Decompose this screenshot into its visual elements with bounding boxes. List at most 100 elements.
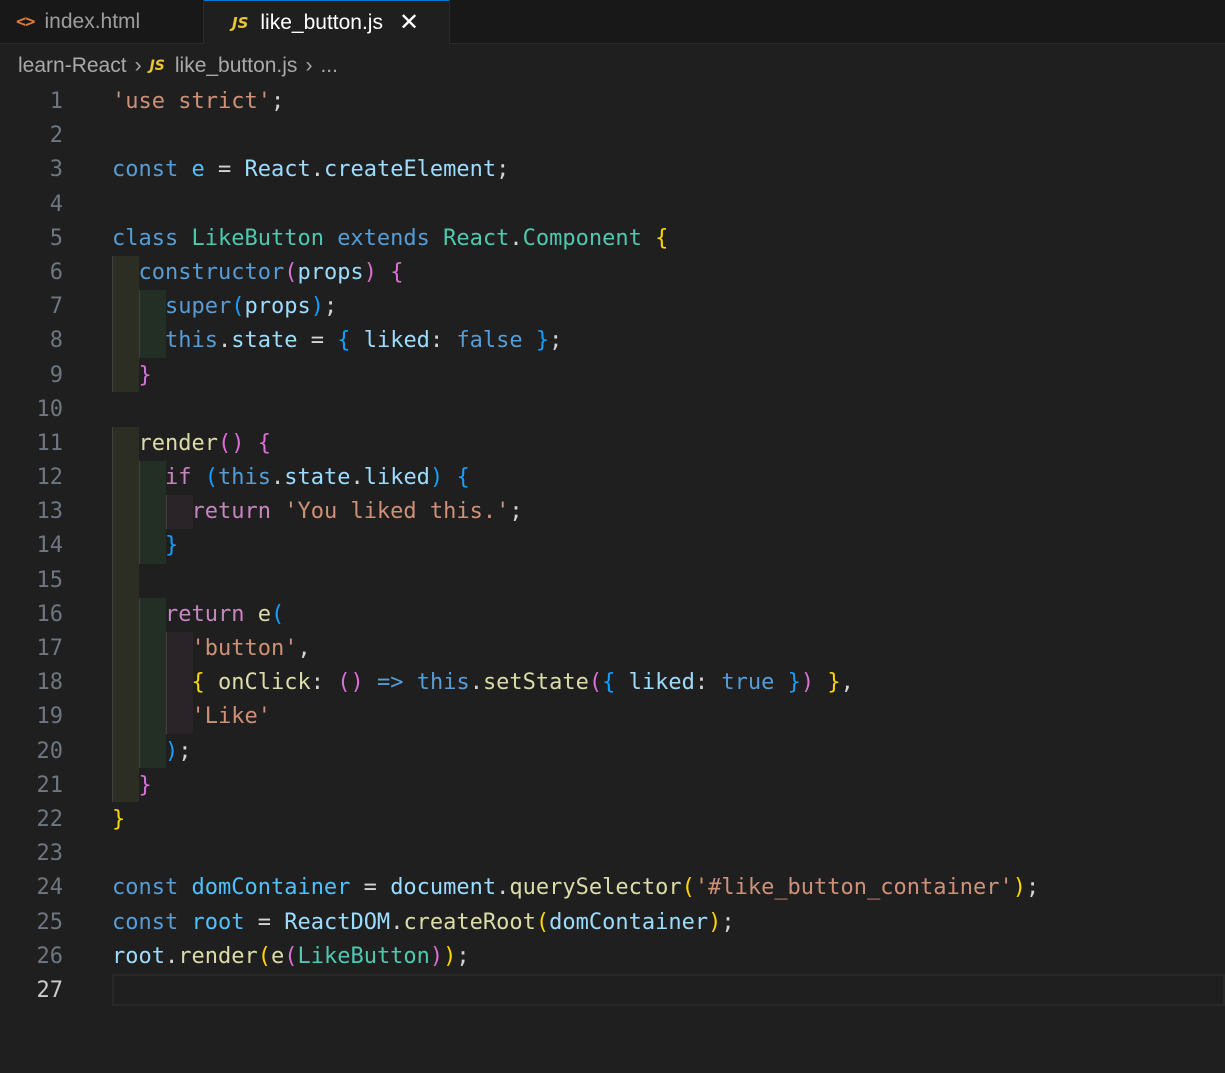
code-line[interactable]: 25 const root = ReactDOM.createRoot(domCo…	[0, 906, 1225, 940]
line-number: 4	[49, 191, 63, 217]
code-line[interactable]: 23	[0, 837, 1225, 871]
code-token: :	[310, 670, 338, 696]
code-token: ;	[1025, 875, 1040, 901]
code-line[interactable]: 5 class LikeButton extends React.Componen…	[0, 222, 1225, 256]
code-line[interactable]: 10	[0, 393, 1225, 427]
code-line[interactable]: 2	[0, 119, 1225, 153]
code-line[interactable]: 15	[0, 564, 1225, 598]
code-line[interactable]: 1 'use strict';	[0, 85, 1225, 119]
code-token: 'Like'	[191, 704, 271, 730]
code-token: }	[535, 328, 550, 354]
code-token: )	[1012, 875, 1026, 901]
code-token: React	[244, 157, 311, 183]
code-line[interactable]: 18 { onClick: () => this.setState({ like…	[0, 666, 1225, 700]
code-line[interactable]: 7 super(props);	[0, 290, 1225, 324]
tab-index-html[interactable]: <> index.html	[0, 0, 204, 43]
breadcrumb-file[interactable]: like_button.js	[175, 54, 298, 78]
tab-like-button-js[interactable]: JS like_button.js ✕	[204, 0, 450, 44]
code-line[interactable]: 6 constructor(props) {	[0, 256, 1225, 290]
code-token: constructor	[138, 259, 285, 285]
code-token: ;	[721, 909, 735, 935]
code-line[interactable]: 13 return 'You liked this.';	[0, 495, 1225, 529]
line-number: 6	[49, 259, 63, 285]
code-text: return e(	[112, 598, 284, 632]
code-line[interactable]: 20 );	[0, 735, 1225, 769]
code-text: render() {	[112, 427, 271, 461]
code-token: .	[390, 909, 404, 935]
code-line[interactable]: 27	[0, 974, 1225, 1008]
code-text: 'use strict';	[112, 85, 284, 119]
tab-label: like_button.js	[260, 10, 383, 34]
code-token: )	[443, 943, 457, 969]
code-token: ;	[496, 157, 510, 183]
code-token: :	[429, 328, 457, 354]
editor-tab-bar: <> index.html JS like_button.js ✕	[0, 0, 1225, 44]
code-line[interactable]: 8 this.state = { liked: false };	[0, 324, 1225, 358]
code-token: ;	[323, 294, 338, 320]
code-text: constructor(props) {	[112, 256, 404, 290]
code-token: e	[257, 601, 271, 627]
code-line[interactable]: 19 'Like'	[0, 700, 1225, 734]
code-line[interactable]: 3 const e = React.createElement;	[0, 153, 1225, 187]
code-token: )	[310, 294, 324, 320]
code-token: class	[112, 225, 179, 251]
code-text: }	[112, 803, 125, 837]
code-line[interactable]: 4	[0, 188, 1225, 222]
code-token: =>	[376, 670, 404, 696]
code-token: LikeButton	[297, 943, 430, 969]
code-token: ;	[509, 499, 523, 525]
code-token: this	[217, 465, 271, 491]
close-icon[interactable]: ✕	[399, 10, 419, 35]
code-line[interactable]: 26 root.render(e(LikeButton));	[0, 940, 1225, 974]
line-number: 7	[49, 294, 63, 320]
code-line[interactable]: 12 if (this.state.liked) {	[0, 461, 1225, 495]
code-text: 'button',	[112, 632, 310, 666]
code-token: ;	[549, 328, 563, 354]
code-token: querySelector	[509, 875, 682, 901]
breadcrumb-more[interactable]: ...	[320, 54, 338, 78]
code-text: { onClick: () => this.setState({ liked: …	[112, 666, 853, 700]
code-token: (	[284, 259, 298, 285]
code-line[interactable]: 11 render() {	[0, 427, 1225, 461]
code-token: {	[191, 670, 205, 696]
code-token: {	[390, 259, 404, 285]
code-line[interactable]: 16 return e(	[0, 598, 1225, 632]
code-token: ReactDOM	[284, 909, 391, 935]
code-line[interactable]: 14 }	[0, 529, 1225, 563]
code-line[interactable]: 17 'button',	[0, 632, 1225, 666]
code-token: .	[509, 225, 523, 251]
js-file-icon: JS	[232, 13, 249, 32]
code-line[interactable]: 9 }	[0, 359, 1225, 393]
code-token: e	[270, 943, 285, 969]
code-editor[interactable]: 1'use strict'; 2 3 const e = React.createEl…	[0, 85, 1225, 1008]
code-line[interactable]: 24 const domContainer = document.querySel…	[0, 871, 1225, 905]
code-token: document	[390, 875, 497, 901]
code-line[interactable]: 21 }	[0, 769, 1225, 803]
code-token: (	[284, 943, 298, 969]
code-token: .	[217, 328, 232, 354]
code-token: liked	[363, 328, 430, 354]
code-token: .	[310, 157, 324, 183]
code-token: }	[138, 772, 152, 798]
code-token: props	[297, 259, 364, 285]
code-token: LikeButton	[191, 225, 324, 251]
code-line[interactable]: 22}	[0, 803, 1225, 837]
breadcrumb-folder[interactable]: learn-React	[18, 54, 127, 78]
line-number: 15	[36, 567, 64, 593]
code-token: )	[429, 465, 444, 491]
code-token: )	[800, 670, 815, 696]
line-number: 10	[36, 396, 64, 422]
code-token: (	[204, 465, 218, 491]
